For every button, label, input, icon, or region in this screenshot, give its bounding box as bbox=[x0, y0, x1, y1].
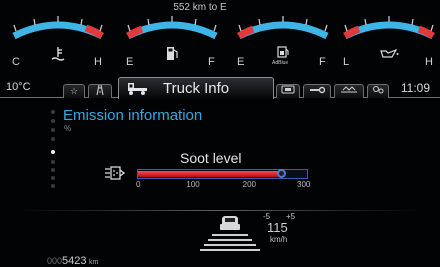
odometer-leading-zeros: 000 bbox=[47, 256, 63, 266]
tab-phone[interactable] bbox=[276, 84, 300, 98]
scroll-dot bbox=[51, 110, 55, 114]
cruise-speed-unit: km/h bbox=[270, 235, 288, 244]
adblue-gauge: E F AdBlue bbox=[229, 6, 337, 68]
oil-gauge-min-label: L bbox=[343, 56, 350, 68]
coolant-gauge-min-label: C bbox=[12, 56, 20, 68]
fuel-gauge: E F bbox=[118, 6, 226, 68]
scroll-dot bbox=[51, 160, 55, 164]
section-divider bbox=[20, 210, 420, 211]
tab-settings[interactable] bbox=[367, 84, 389, 98]
tab-bar: 10°C ☆ Truck Info 11:09 bbox=[0, 76, 440, 100]
tab-favorites[interactable]: ☆ bbox=[63, 84, 85, 98]
oil-gauge: L H bbox=[335, 6, 440, 68]
fuel-gauge-max-label: F bbox=[208, 56, 215, 68]
scroll-dot-active bbox=[51, 150, 55, 154]
cruise-speed-value: 115 bbox=[267, 220, 288, 235]
telephone-icon bbox=[281, 85, 295, 96]
soot-tick-label: 0 bbox=[136, 180, 141, 189]
coolant-gauge: C H bbox=[4, 6, 112, 68]
outside-temperature: 10°C bbox=[6, 81, 31, 93]
suspension-icon bbox=[340, 86, 358, 96]
adblue-gauge-max-label: F bbox=[319, 56, 326, 68]
vehicle-distance-icon bbox=[190, 212, 270, 257]
odometer-value: 5423 bbox=[62, 255, 87, 267]
dashboard-screen: 552 km to E C H E F E F AdBlue L H 10°C … bbox=[0, 0, 440, 267]
scroll-dot bbox=[51, 119, 55, 123]
soot-level-fill bbox=[138, 171, 282, 177]
soot-level-label: Soot level bbox=[180, 150, 242, 166]
tab-service[interactable] bbox=[303, 84, 331, 98]
road-icon bbox=[94, 84, 106, 97]
scroll-dot bbox=[51, 184, 55, 188]
settings-icon bbox=[372, 86, 384, 96]
odometer-unit: km bbox=[89, 259, 99, 266]
particulate-filter-icon bbox=[104, 165, 128, 186]
soot-level-bar bbox=[137, 169, 308, 179]
soot-tick-label: 200 bbox=[242, 180, 257, 189]
scroll-dot bbox=[51, 168, 55, 172]
soot-level-marker bbox=[276, 169, 286, 178]
oil-gauge-max-label: H bbox=[425, 56, 433, 68]
scroll-dot bbox=[51, 137, 55, 141]
page-scroll-indicator[interactable] bbox=[51, 110, 57, 190]
soot-tick-label: 300 bbox=[297, 180, 311, 189]
wrench-icon bbox=[309, 86, 326, 96]
soot-tick-label: 100 bbox=[186, 180, 200, 189]
odometer: 0005423 km bbox=[47, 255, 98, 267]
tab-truck-info-label: Truck Info bbox=[163, 80, 230, 97]
adblue-gauge-min-label: E bbox=[237, 56, 245, 68]
truck-info-icon bbox=[127, 82, 149, 99]
scroll-dot bbox=[51, 128, 55, 132]
scroll-unit-label: % bbox=[64, 124, 72, 133]
star-icon: ☆ bbox=[69, 86, 79, 96]
clock: 11:09 bbox=[400, 81, 430, 95]
adblue-label: AdBlue bbox=[272, 60, 289, 66]
scroll-dot bbox=[51, 176, 55, 180]
page-title: Emission information bbox=[63, 107, 203, 124]
tab-suspension[interactable] bbox=[334, 84, 364, 98]
tab-trip[interactable] bbox=[88, 84, 112, 98]
tab-truck-info[interactable]: Truck Info bbox=[118, 77, 274, 99]
coolant-gauge-max-label: H bbox=[94, 56, 102, 68]
fuel-gauge-min-label: E bbox=[126, 56, 134, 68]
